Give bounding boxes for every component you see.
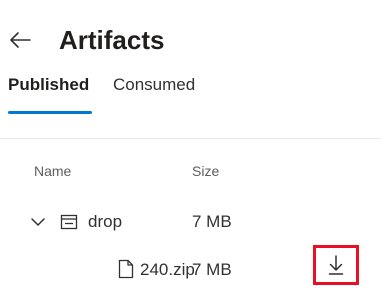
tab-published[interactable]: Published [8, 72, 89, 98]
download-button[interactable] [313, 245, 359, 285]
folder-icon [60, 214, 78, 230]
divider [0, 138, 381, 139]
selected-tab-indicator [8, 111, 92, 114]
page-title: Artifacts [59, 25, 165, 55]
file-icon [118, 259, 134, 279]
column-header-name: Name [34, 163, 72, 179]
artifacts-page: Artifacts Published Consumed Name Size d… [0, 0, 381, 296]
back-button[interactable] [8, 28, 32, 52]
row-name[interactable]: 240.zip [140, 259, 195, 281]
arrow-left-icon [10, 32, 31, 48]
table-row[interactable]: drop 7 MB [0, 204, 381, 240]
row-size: 7 MB [192, 260, 232, 279]
download-icon [328, 255, 344, 275]
expand-toggle[interactable] [30, 214, 46, 230]
chevron-down-icon [31, 218, 45, 226]
column-header-size: Size [192, 163, 220, 179]
row-name: drop [88, 212, 123, 231]
row-size: 7 MB [192, 212, 232, 231]
tab-consumed[interactable]: Consumed [113, 72, 195, 98]
